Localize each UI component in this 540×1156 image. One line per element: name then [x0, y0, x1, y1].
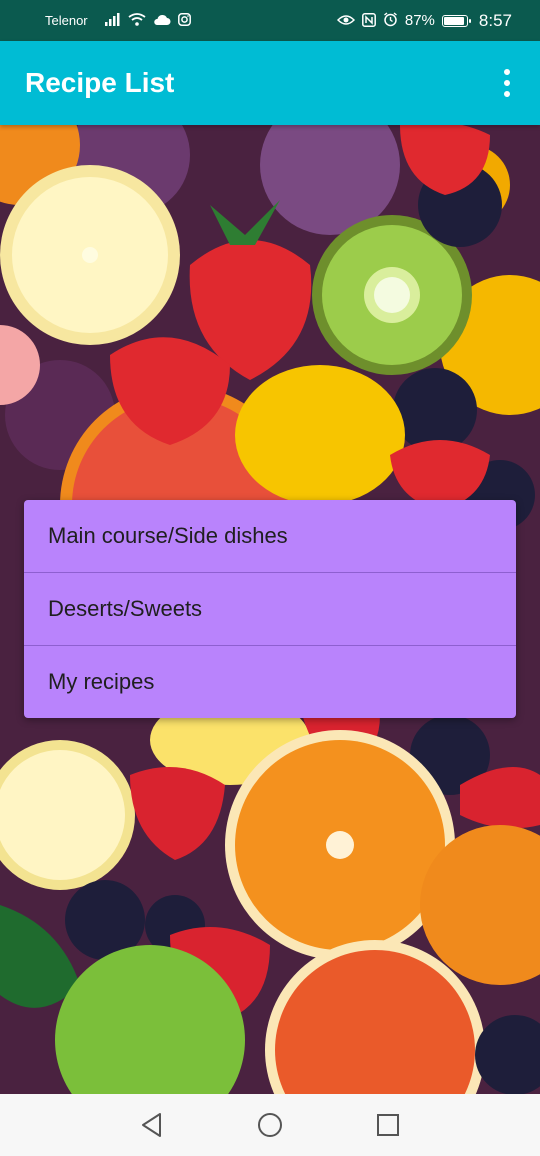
home-icon[interactable] — [256, 1111, 284, 1139]
carrier-name: Telenor — [45, 13, 88, 28]
menu-item-label: Deserts/Sweets — [48, 596, 203, 621]
battery-percent: 87% — [404, 12, 435, 29]
page-title: Recipe List — [25, 67, 175, 98]
menu-item-label: Main course/Side dishes — [48, 523, 288, 548]
status-bar: Telenor 87% 8:57 — [0, 0, 540, 41]
signal-icon — [104, 13, 121, 28]
eye-icon — [336, 14, 355, 28]
menu-item-label: My recipes — [48, 669, 155, 694]
menu-item-deserts[interactable]: Deserts/Sweets — [24, 573, 516, 646]
more-vert-icon[interactable] — [498, 63, 516, 103]
menu-item-my-recipes[interactable]: My recipes — [24, 646, 516, 718]
recents-icon[interactable] — [374, 1111, 402, 1139]
category-menu: Main course/Side dishes Deserts/Sweets M… — [24, 500, 516, 718]
wifi-icon — [128, 13, 146, 28]
status-right: 87% 8:57 — [336, 10, 512, 31]
app-bar: Recipe List — [0, 41, 540, 125]
back-icon[interactable] — [138, 1111, 166, 1139]
status-left: Telenor — [45, 13, 191, 28]
menu-item-main-course[interactable]: Main course/Side dishes — [24, 500, 516, 573]
alarm-icon — [383, 12, 398, 29]
instagram-icon — [177, 13, 191, 28]
system-nav-bar — [0, 1094, 540, 1156]
battery-icon — [441, 14, 471, 27]
cloud-icon — [153, 14, 171, 28]
clock: 8:57 — [478, 10, 512, 30]
nfc-icon — [361, 12, 376, 29]
